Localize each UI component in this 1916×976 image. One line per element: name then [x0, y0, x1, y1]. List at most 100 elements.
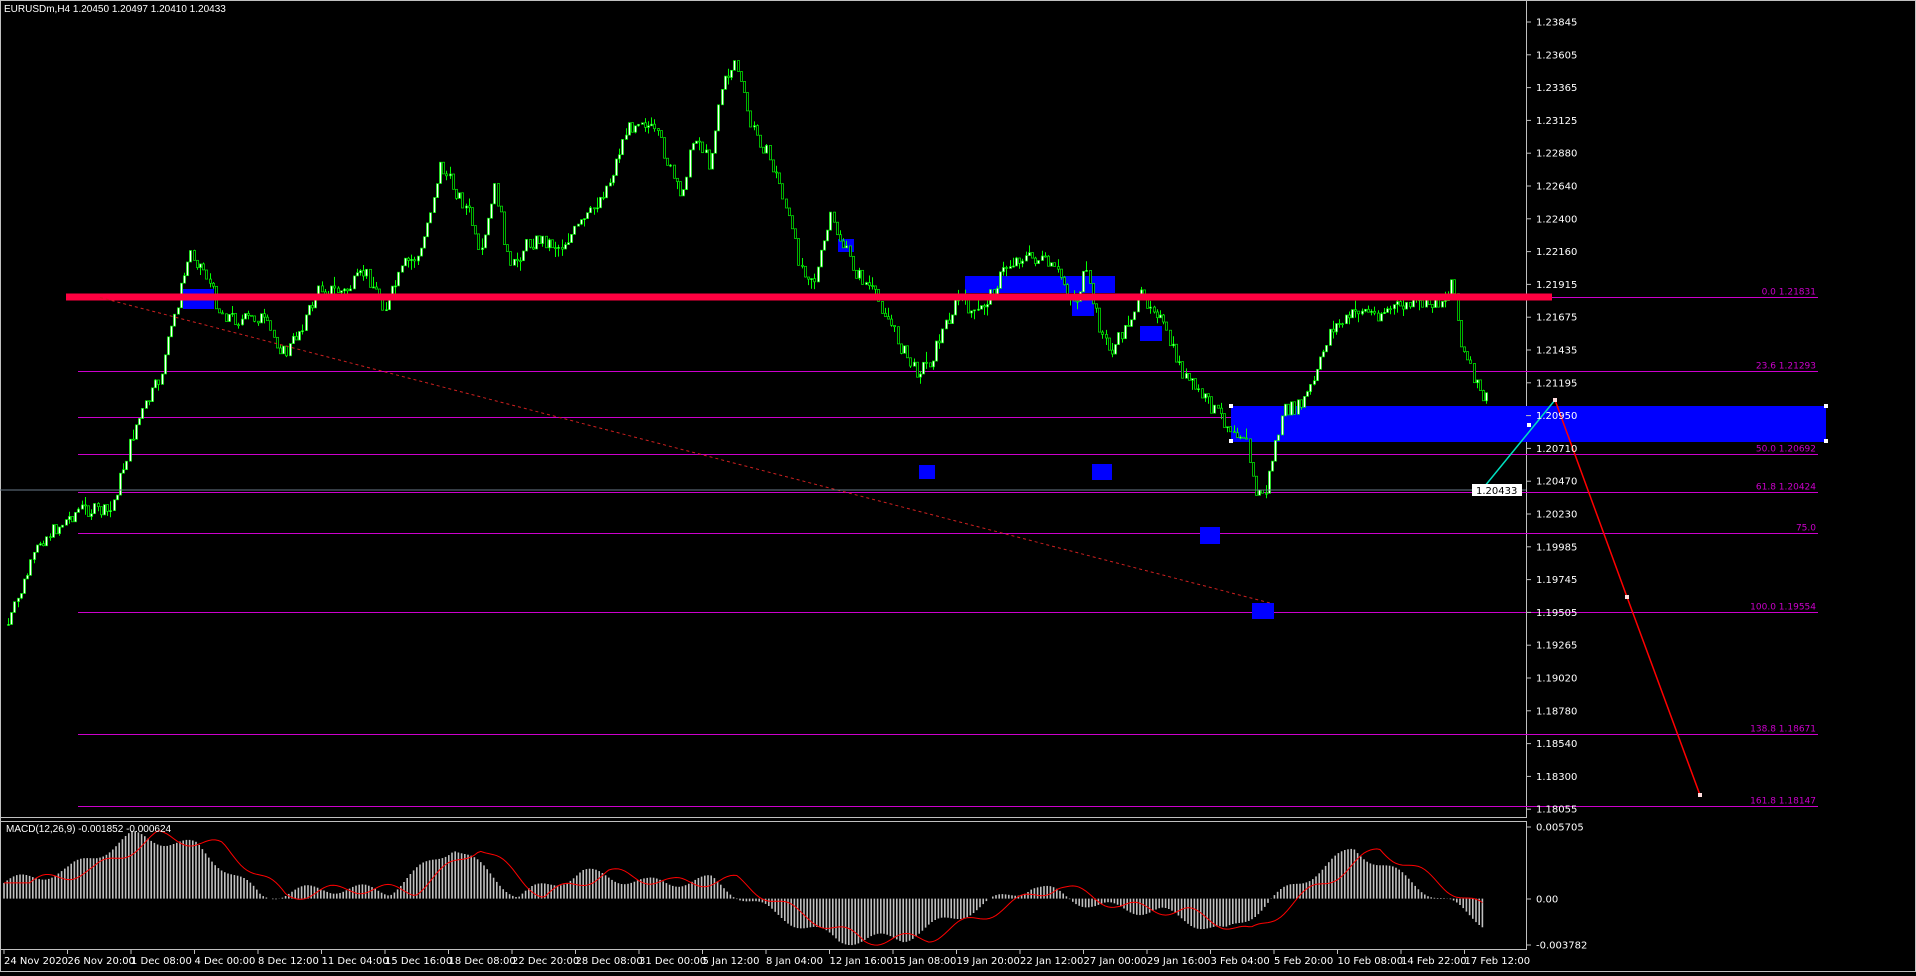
candle-body: [641, 122, 644, 125]
candle-body: [52, 524, 55, 538]
fib-label: 23.6 1.21293: [1756, 362, 1816, 372]
candle-body: [561, 247, 564, 250]
candle-body: [769, 145, 772, 161]
candle-body: [545, 235, 548, 249]
time-tick-label: 19 Jan 20:00: [957, 956, 1020, 967]
candle-body: [209, 278, 212, 284]
candle-body: [733, 60, 736, 71]
candle-body: [1185, 373, 1188, 379]
candle-body: [801, 264, 804, 267]
candle-body: [365, 268, 368, 277]
candle-body: [1370, 311, 1373, 313]
price-tick-label: 1.19985: [1536, 542, 1577, 553]
candle-body: [829, 211, 832, 231]
candle-body: [1351, 309, 1354, 319]
candle-body: [1111, 349, 1114, 355]
candle-body: [461, 192, 464, 209]
candle-body: [385, 309, 388, 312]
candle-body: [369, 268, 372, 288]
candle-body: [397, 271, 400, 287]
price-tick-label: 1.18780: [1536, 706, 1577, 717]
price-tick-label: 1.20710: [1536, 444, 1577, 455]
candle-body: [647, 125, 650, 128]
candle-body: [919, 373, 922, 378]
candle-body: [13, 601, 16, 613]
candle-body: [1236, 432, 1239, 438]
candle-body: [1028, 252, 1031, 256]
candle-body: [113, 499, 116, 511]
candle-body: [599, 196, 602, 209]
candle-body: [23, 578, 26, 594]
price-chart[interactable]: 0.0 1.2183123.6 1.2129338.2 1.2096150.0 …: [0, 0, 1916, 972]
candle-body: [509, 251, 512, 266]
candle-body: [1159, 314, 1162, 319]
candle-body: [1153, 306, 1156, 313]
candle-body: [49, 536, 52, 539]
candle-body: [593, 207, 596, 210]
candle-body: [7, 624, 10, 626]
candle-body: [1297, 399, 1300, 415]
candle-body: [698, 140, 701, 143]
candle-body: [1172, 343, 1175, 347]
candle-body: [650, 123, 653, 127]
fib-label: 100.0 1.19554: [1750, 603, 1816, 613]
candle-body: [500, 205, 503, 213]
candle-body: [119, 472, 122, 496]
trend-line: [99, 297, 1271, 604]
candle-body: [1121, 332, 1124, 340]
current-price-label: 1.20433: [1476, 486, 1517, 497]
candle-body: [973, 309, 976, 312]
fib-label: 161.8 1.18147: [1750, 797, 1816, 807]
candle-body: [740, 71, 743, 82]
time-tick-label: 11 Dec 04:00: [322, 956, 389, 967]
candle-body: [557, 247, 560, 249]
chart-window[interactable]: 0.0 1.2183123.6 1.2129338.2 1.2096150.0 …: [0, 0, 1916, 972]
candle-body: [359, 270, 362, 274]
candle-body: [577, 223, 580, 227]
candle-body: [269, 320, 272, 331]
candle-body: [1277, 434, 1280, 441]
candle-body: [669, 164, 672, 167]
candle-body: [1229, 426, 1232, 433]
price-tick-label: 1.23845: [1536, 18, 1577, 29]
candle-body: [887, 316, 890, 320]
candle-body: [1450, 279, 1453, 297]
candle-body: [1060, 268, 1063, 278]
candle-body: [1284, 403, 1287, 417]
candle-body: [938, 340, 941, 344]
candle-body: [1005, 267, 1008, 269]
candle-body: [1082, 270, 1085, 293]
zone-box: [1072, 299, 1094, 316]
candle-body: [442, 161, 445, 175]
outer-border: [0, 0, 1916, 972]
macd-header: MACD(12,26,9) -0.001852 -0.000624: [6, 824, 172, 835]
candle-body: [1309, 384, 1312, 393]
price-tick-label: 1.18540: [1536, 739, 1577, 750]
time-tick-label: 17 Feb 12:00: [1465, 956, 1531, 967]
candle-body: [890, 318, 893, 326]
time-tick-label: 27 Jan 00:00: [1084, 956, 1147, 967]
candle-body: [1431, 304, 1434, 308]
candle-body: [177, 307, 180, 315]
candle-body: [340, 290, 343, 293]
candle-body: [714, 130, 717, 154]
candle-body: [737, 60, 740, 72]
candle-body: [42, 543, 45, 547]
zone-box: [1252, 603, 1274, 619]
candle-body: [868, 282, 871, 286]
candle-body: [1325, 345, 1328, 353]
candle-body: [1348, 314, 1351, 319]
candle-body: [855, 269, 858, 279]
candle-body: [301, 330, 304, 333]
candle-body: [1313, 380, 1316, 385]
zone-handle: [1229, 404, 1233, 408]
candle-body: [145, 400, 148, 409]
candle-body: [1258, 489, 1261, 496]
candle-body: [1169, 329, 1172, 347]
candle-body: [433, 197, 436, 213]
candle-body: [925, 361, 928, 364]
price-tick-label: 1.22880: [1536, 149, 1577, 160]
candle-body: [407, 257, 410, 261]
candle-body: [721, 89, 724, 106]
candle-body: [90, 513, 93, 517]
